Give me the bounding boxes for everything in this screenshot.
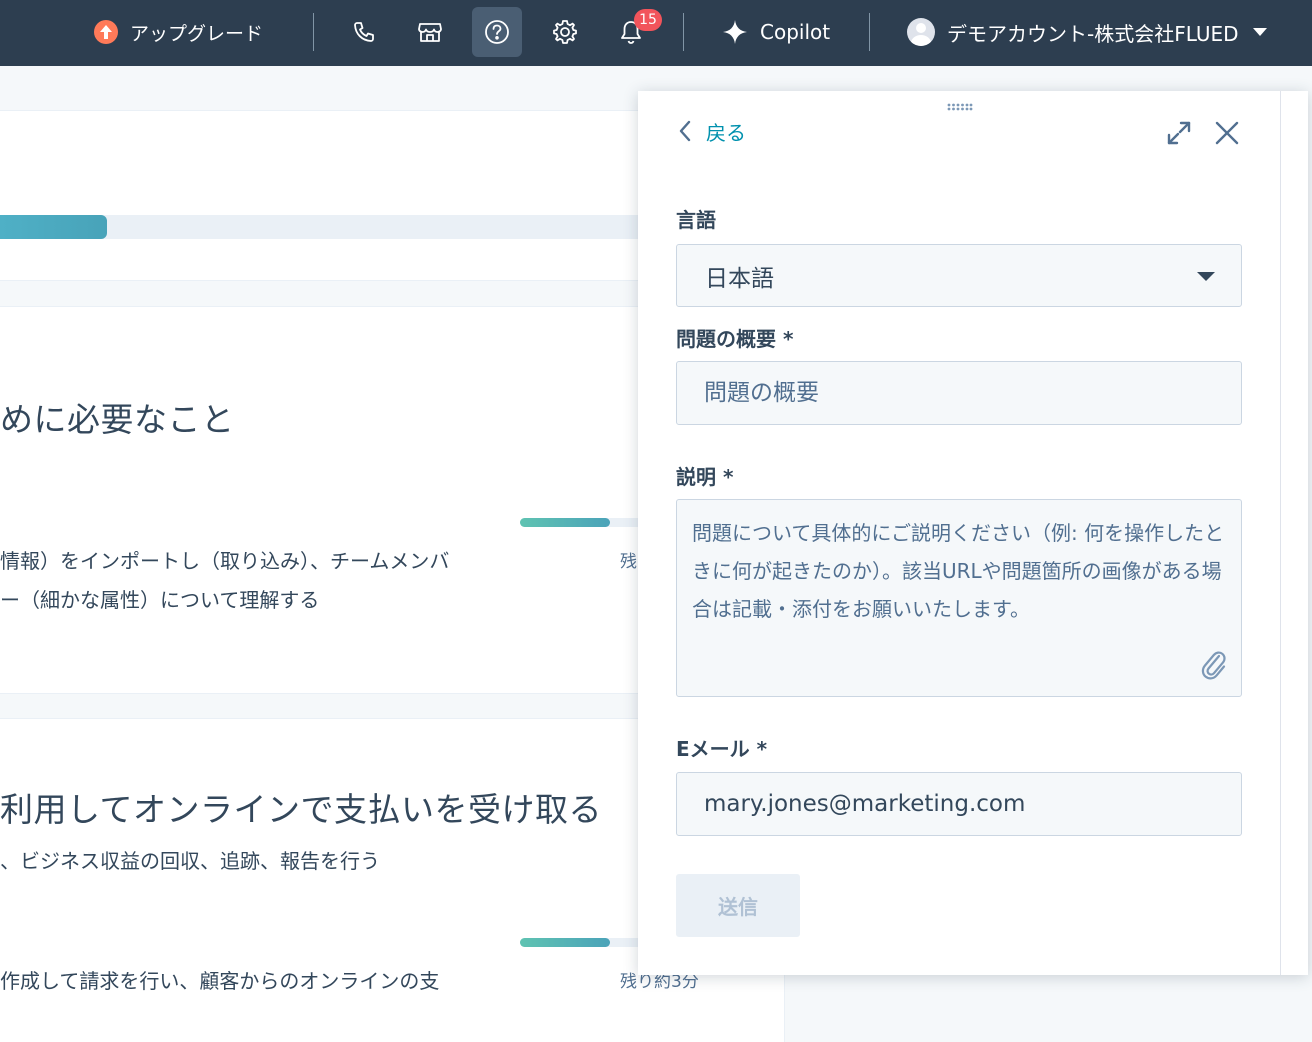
chevron-down-icon [1252,28,1267,36]
drag-handle-icon[interactable] [947,103,973,111]
account-menu[interactable]: デモアカウント-株式会社FLUED [907,17,1267,47]
submit-button[interactable]: 送信 [676,874,800,937]
nav-divider [313,13,314,51]
copilot-label: Copilot [760,20,831,44]
phone-icon [354,22,374,42]
help-panel: 戻る 言語 日本語 問題の概要 * 説明 * Eメール * 送信 [638,91,1308,975]
marketplace-button[interactable] [405,7,455,57]
close-button[interactable] [1212,118,1242,148]
back-label: 戻る [706,120,746,145]
description-label: 説明 * [676,465,734,489]
description-textarea[interactable] [676,499,1242,697]
summary-label: 問題の概要 * [676,327,794,351]
help-icon [485,20,509,44]
email-label: Eメール * [676,737,768,761]
help-button[interactable] [472,7,522,57]
upgrade-label: アップグレード [130,22,264,45]
overall-progress-bar [0,215,690,239]
expand-icon [1167,121,1191,145]
avatar [907,18,935,46]
chevron-down-icon [1197,272,1215,281]
nav-divider [683,13,684,51]
calling-button[interactable] [339,7,389,57]
notification-count-badge: 15 [634,9,662,31]
card-heading: 利用してオンラインで支払いを受け取る [0,790,603,829]
language-label: 言語 [676,208,716,232]
top-navigation-bar: アップグレード 15 Copilot デモアカウント-株式会社FLUED [0,0,1312,66]
task-description: 情報）をインポートし（取り込み）、チームメンバ [0,549,450,573]
upgrade-icon [94,20,118,44]
copilot-sparkle-icon [723,20,747,44]
language-select[interactable]: 日本語 [676,244,1242,307]
settings-icon [553,20,577,44]
task-progress-fill [520,518,610,527]
upgrade-button[interactable]: アップグレード [94,18,263,46]
paperclip-icon[interactable] [1200,647,1228,681]
overall-progress-fill [0,215,107,239]
task-time-remaining: 残 [620,552,637,572]
language-value: 日本語 [705,265,774,292]
panel-scrollbar[interactable] [1280,91,1308,975]
settings-button[interactable] [540,7,590,57]
summary-input[interactable] [676,361,1242,425]
account-name: デモアカウント-株式会社FLUED [947,21,1239,46]
task-progress-fill [520,938,610,947]
task-description: 作成して請求を行い、顧客からのオンラインの支 [0,969,440,993]
back-button[interactable]: 戻る [678,115,746,147]
progress-card [0,110,690,281]
card-heading: めに必要なこと [0,400,235,439]
task-description: ー（細かな属性）について理解する [0,588,320,612]
copilot-button[interactable]: Copilot [722,18,830,46]
expand-button[interactable] [1164,118,1194,148]
nav-divider [869,13,870,51]
card-subtitle: 、ビジネス収益の回収、追跡、報告を行う [0,849,380,873]
close-icon [1215,121,1239,145]
email-input[interactable] [676,772,1242,836]
marketplace-icon [418,23,442,42]
chevron-left-icon [679,120,691,142]
